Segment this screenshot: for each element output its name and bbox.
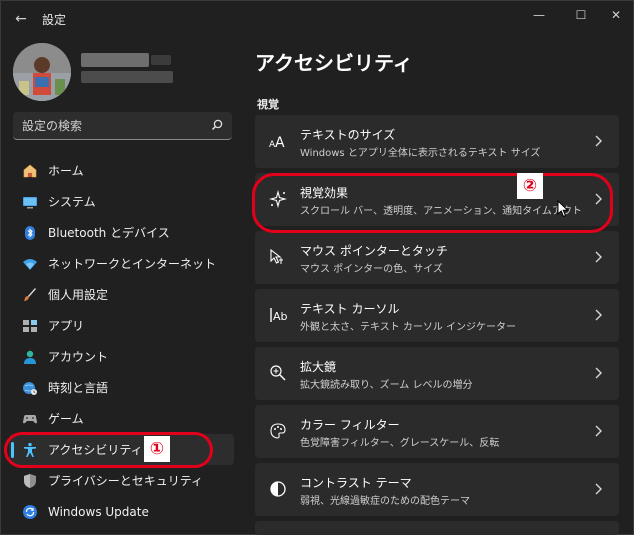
sidebar-item-privacy[interactable]: プライバシーとセキュリティ [9, 465, 234, 496]
card-subtitle: 弱視、光線過敏症のための配色テーマ [300, 496, 470, 507]
profile-email-redacted [81, 71, 173, 83]
sidebar-item-label: ゲーム [48, 412, 84, 426]
svg-text:A: A [275, 135, 285, 148]
sidebar-item-home[interactable]: ホーム [9, 155, 234, 186]
highlight-ring-accessibility [4, 432, 213, 468]
title-bar: ← 設定 — ☐ ✕ [1, 1, 633, 37]
bluetooth-icon [21, 224, 39, 242]
sidebar-item-time-language[interactable]: 時刻と言語 [9, 372, 234, 403]
card-title: マウス ポインターとタッチ [300, 244, 448, 258]
card-subtitle: Windows とアプリ全体に表示されるテキスト サイズ [300, 148, 541, 159]
profile-extra-redacted [151, 55, 171, 65]
card-mouse-pointer-touch[interactable]: マウス ポインターとタッチ マウス ポインターの色、サイズ [255, 231, 619, 284]
person-icon [21, 348, 39, 366]
globe-clock-icon [21, 379, 39, 397]
card-subtitle: 色覚障害フィルター、グレースケール、反転 [300, 438, 500, 449]
mouse-cursor-icon [557, 200, 569, 218]
card-color-filters[interactable]: カラー フィルター 色覚障害フィルター、グレースケール、反転 [255, 405, 619, 458]
close-icon: ✕ [610, 8, 622, 22]
chevron-right-icon [595, 135, 602, 147]
back-button[interactable]: ← [9, 7, 33, 31]
section-heading: 視覚 [257, 98, 279, 111]
update-icon [21, 503, 39, 521]
chevron-right-icon [595, 367, 602, 379]
sidebar-item-label: システム [48, 195, 96, 209]
search-box [13, 112, 232, 140]
sidebar-item-system[interactable]: システム [9, 186, 234, 217]
sidebar-item-gaming[interactable]: ゲーム [9, 403, 234, 434]
contrast-icon [268, 479, 288, 499]
profile-name-redacted [81, 53, 149, 67]
minimize-icon: — [533, 8, 545, 22]
chevron-right-icon [595, 309, 602, 321]
sidebar-item-label: アプリ [48, 319, 85, 333]
search-icon[interactable] [210, 118, 224, 132]
card-title: カラー フィルター [300, 418, 400, 432]
sidebar-item-label: アカウント [48, 350, 109, 364]
sidebar-nav: ホーム システム Bluetooth とデバイス ネットワークとインターネット … [9, 155, 234, 527]
sidebar-item-apps[interactable]: アプリ [9, 310, 234, 341]
maximize-button[interactable]: ☐ [567, 5, 595, 25]
sidebar-item-label: 時刻と言語 [48, 381, 109, 395]
sidebar-item-label: ホーム [48, 164, 84, 178]
avatar[interactable] [13, 43, 71, 101]
card-contrast-themes[interactable]: コントラスト テーマ 弱視、光線過敏症のための配色テーマ [255, 463, 619, 516]
sidebar-item-label: プライバシーとセキュリティ [48, 474, 204, 488]
palette-icon [268, 421, 288, 441]
step-badge-2: ② [517, 173, 543, 199]
card-title: テキスト カーソル [300, 302, 400, 316]
close-button[interactable]: ✕ [602, 5, 630, 25]
minimize-button[interactable]: — [525, 5, 553, 25]
back-arrow-icon: ← [15, 11, 27, 27]
card-text-cursor[interactable]: Ab テキスト カーソル 外観と太さ、テキスト カーソル インジケーター [255, 289, 619, 342]
sidebar-item-bluetooth[interactable]: Bluetooth とデバイス [9, 217, 234, 248]
text-cursor-icon: Ab [268, 305, 288, 325]
card-subtitle: 外観と太さ、テキスト カーソル インジケーター [300, 322, 517, 333]
app-title: 設定 [42, 13, 67, 27]
card-partial-next [255, 521, 619, 535]
chevron-right-icon [595, 483, 602, 495]
sidebar-item-label: Bluetooth とデバイス [48, 226, 170, 240]
card-subtitle: マウス ポインターの色、サイズ [300, 264, 443, 275]
shield-icon [21, 472, 39, 490]
card-subtitle: 拡大鏡読み取り、ズーム レベルの増分 [300, 380, 473, 391]
chevron-right-icon [595, 425, 602, 437]
svg-text:Ab: Ab [273, 310, 287, 323]
monitor-icon [21, 193, 39, 211]
card-magnifier[interactable]: 拡大鏡 拡大鏡読み取り、ズーム レベルの増分 [255, 347, 619, 400]
card-title: 拡大鏡 [300, 360, 337, 374]
step-badge-1: ① [144, 436, 170, 462]
page-title: アクセシビリティ [255, 51, 413, 75]
sidebar-item-accounts[interactable]: アカウント [9, 341, 234, 372]
search-input[interactable] [13, 112, 203, 139]
sidebar-item-label: ネットワークとインターネット [48, 257, 217, 271]
wifi-icon [21, 255, 39, 273]
gamepad-icon [21, 410, 39, 428]
card-text-size[interactable]: AA テキストのサイズ Windows とアプリ全体に表示されるテキスト サイズ [255, 115, 619, 168]
settings-window: ← 設定 — ☐ ✕ ホーム [0, 0, 634, 535]
sidebar-item-label: Windows Update [48, 504, 149, 519]
magnifier-icon [268, 363, 288, 383]
text-size-icon: AA [268, 131, 288, 151]
maximize-icon: ☐ [575, 8, 587, 22]
card-title: テキストのサイズ [300, 128, 396, 142]
brush-icon [21, 286, 39, 304]
sidebar-item-network[interactable]: ネットワークとインターネット [9, 248, 234, 279]
sidebar-item-personalization[interactable]: 個人用設定 [9, 279, 234, 310]
chevron-right-icon [595, 251, 602, 263]
card-title: コントラスト テーマ [300, 476, 412, 490]
home-icon [21, 162, 39, 180]
apps-icon [21, 317, 39, 335]
sidebar-item-windows-update[interactable]: Windows Update [9, 496, 234, 527]
sidebar-item-label: 個人用設定 [48, 288, 109, 302]
pointer-icon [268, 247, 288, 267]
